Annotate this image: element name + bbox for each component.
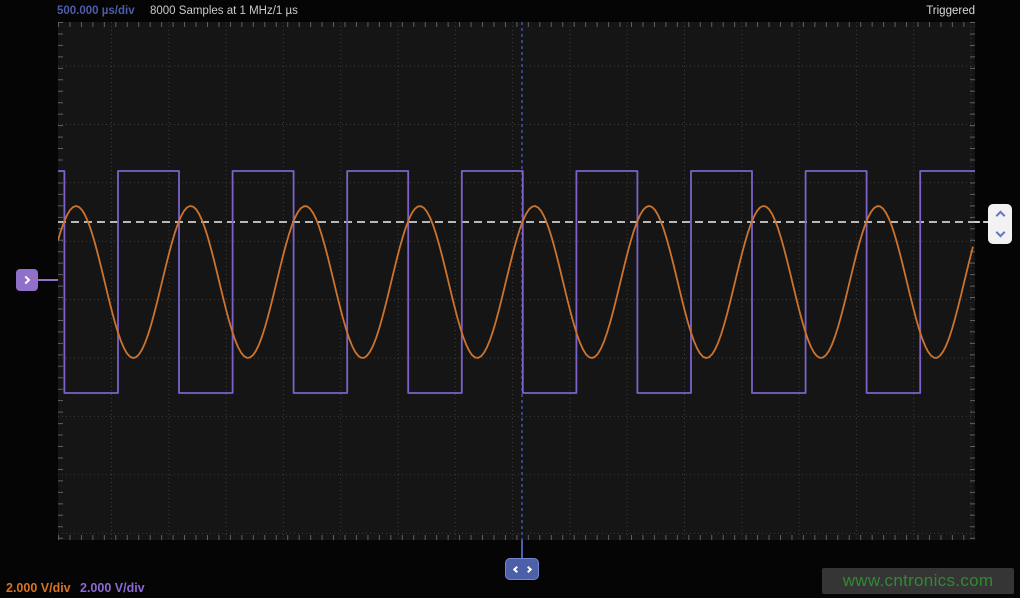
- chevron-right-icon: [524, 565, 531, 572]
- waveform-canvas: [58, 22, 975, 540]
- trigger-level-up-button[interactable]: [988, 204, 1012, 224]
- sample-rate-readout: 8000 Samples at 1 MHz/1 µs: [150, 3, 298, 19]
- channel-1-scale-readout: 2.000 V/div: [6, 581, 71, 595]
- watermark-box: www.cntronics.com: [822, 568, 1014, 594]
- channel-2-offset-marker[interactable]: [16, 269, 38, 291]
- channel-1-sine-waveform: [58, 206, 973, 358]
- oscilloscope-app: 500.000 µs/div 8000 Samples at 1 MHz/1 µ…: [0, 0, 1020, 598]
- chevron-up-icon: [995, 211, 1005, 221]
- trigger-level-down-button[interactable]: [988, 224, 1012, 244]
- trigger-level-stepper: [988, 204, 1012, 244]
- channel-2-offset-marker-line: [38, 279, 58, 281]
- trigger-level-connector: [975, 221, 988, 223]
- channel-2-square-waveform: [58, 171, 975, 393]
- timebase-readout: 500.000 µs/div: [57, 3, 135, 19]
- watermark-text: www.cntronics.com: [843, 571, 994, 591]
- trigger-status-badge: Triggered: [926, 3, 975, 19]
- scope-plot-area[interactable]: [58, 22, 975, 540]
- axis-ticks: [58, 22, 975, 540]
- channel-2-scale-readout: 2.000 V/div: [80, 581, 145, 595]
- chevron-left-icon: [512, 565, 519, 572]
- chevron-right-icon: [22, 276, 30, 284]
- grid-lines: [58, 22, 975, 540]
- chevron-down-icon: [995, 228, 1005, 238]
- trigger-position-connector: [521, 540, 523, 558]
- trigger-position-button[interactable]: [505, 558, 539, 580]
